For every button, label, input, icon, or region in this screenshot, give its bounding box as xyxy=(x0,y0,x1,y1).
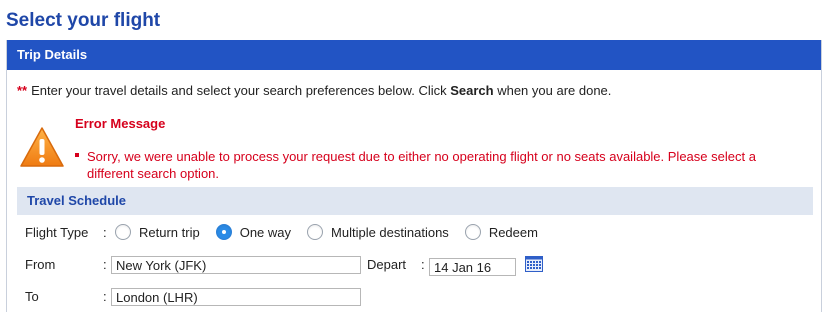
error-message-text: Sorry, we were unable to process your re… xyxy=(87,149,756,181)
radio-multiple-destinations[interactable]: Multiple destinations xyxy=(307,224,449,240)
flight-type-label: Flight Type xyxy=(25,225,89,240)
intro-text: ** Enter your travel details and select y… xyxy=(17,83,611,98)
radio-redeem-circle[interactable] xyxy=(464,224,481,240)
from-label: From xyxy=(25,257,56,272)
radio-return-trip-label[interactable]: Return trip xyxy=(139,225,200,240)
radio-redeem-label[interactable]: Redeem xyxy=(489,225,538,240)
error-title: Error Message xyxy=(75,116,166,131)
error-message: Sorry, we were unable to process your re… xyxy=(75,148,765,182)
radio-return-trip[interactable]: Return trip xyxy=(115,224,200,240)
intro-search-word: Search xyxy=(450,83,494,98)
to-label: To xyxy=(25,289,39,304)
depart-colon: : xyxy=(421,257,425,272)
to-colon: : xyxy=(103,289,107,304)
travel-schedule-header: Travel Schedule xyxy=(17,187,813,215)
flight-type-colon: : xyxy=(103,225,107,240)
depart-label: Depart xyxy=(367,257,407,272)
from-colon: : xyxy=(103,257,107,272)
radio-one-way-circle[interactable] xyxy=(215,224,232,240)
intro-text-after: when you are done. xyxy=(493,83,612,98)
page: Select your flight Trip Details ** Enter … xyxy=(0,0,830,312)
radio-one-way[interactable]: One way xyxy=(215,224,291,240)
bullet-icon xyxy=(75,153,79,157)
from-row: From : Depart : xyxy=(25,256,805,276)
trip-details-panel: Trip Details ** Enter your travel details… xyxy=(6,40,822,312)
radio-redeem[interactable]: Redeem xyxy=(464,224,538,240)
flight-type-radio-group: Return trip One way Multiple destination… xyxy=(115,224,554,240)
to-input[interactable] xyxy=(111,288,361,306)
intro-text-before: Enter your travel details and select you… xyxy=(31,83,451,98)
warning-triangle-icon xyxy=(20,127,64,167)
depart-date-input[interactable] xyxy=(429,258,516,276)
calendar-icon[interactable] xyxy=(525,256,543,272)
radio-multiple-destinations-label[interactable]: Multiple destinations xyxy=(331,225,449,240)
radio-return-trip-circle[interactable] xyxy=(115,224,131,240)
panel-header: Trip Details xyxy=(7,40,821,70)
radio-multiple-destinations-circle[interactable] xyxy=(307,224,324,240)
flight-type-row: Flight Type : Return trip One way Multip… xyxy=(25,224,805,242)
required-stars: ** xyxy=(17,83,28,98)
from-input[interactable] xyxy=(111,256,361,274)
page-title: Select your flight xyxy=(6,10,161,31)
radio-one-way-label[interactable]: One way xyxy=(240,225,291,240)
to-row: To : xyxy=(25,288,805,308)
